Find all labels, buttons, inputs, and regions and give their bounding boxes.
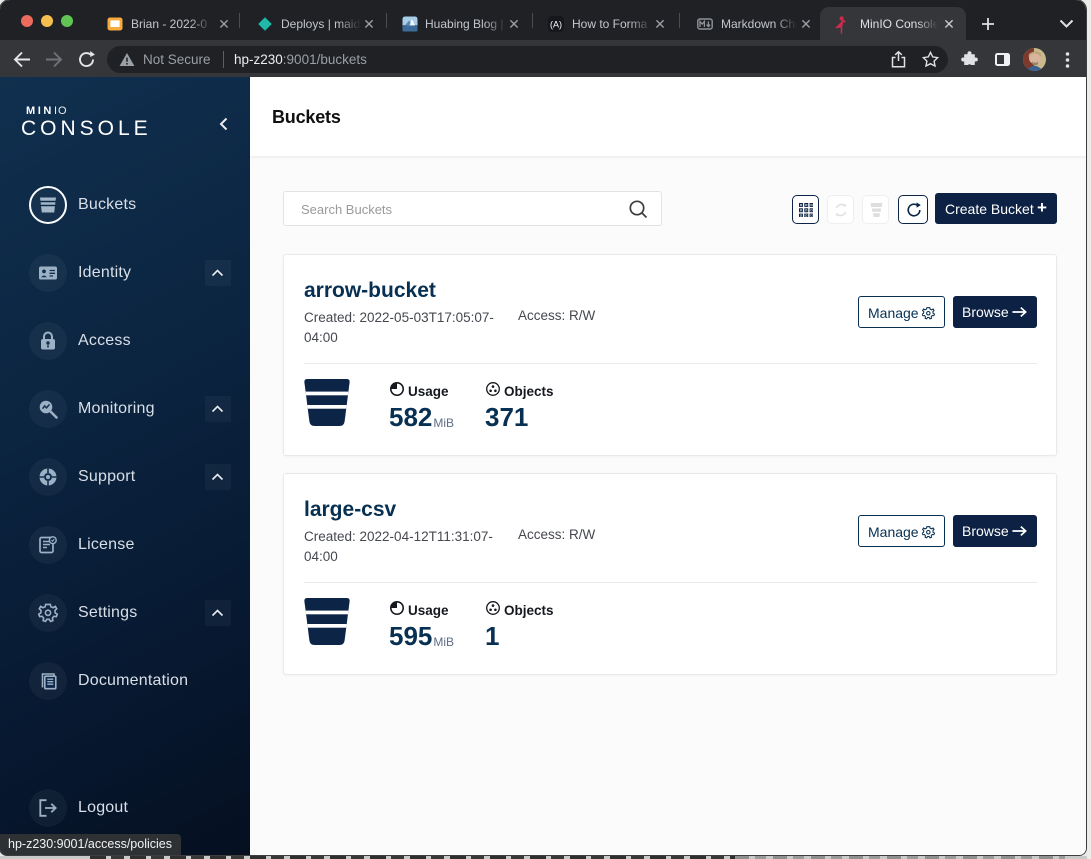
- svg-text:(A): (A): [550, 19, 562, 29]
